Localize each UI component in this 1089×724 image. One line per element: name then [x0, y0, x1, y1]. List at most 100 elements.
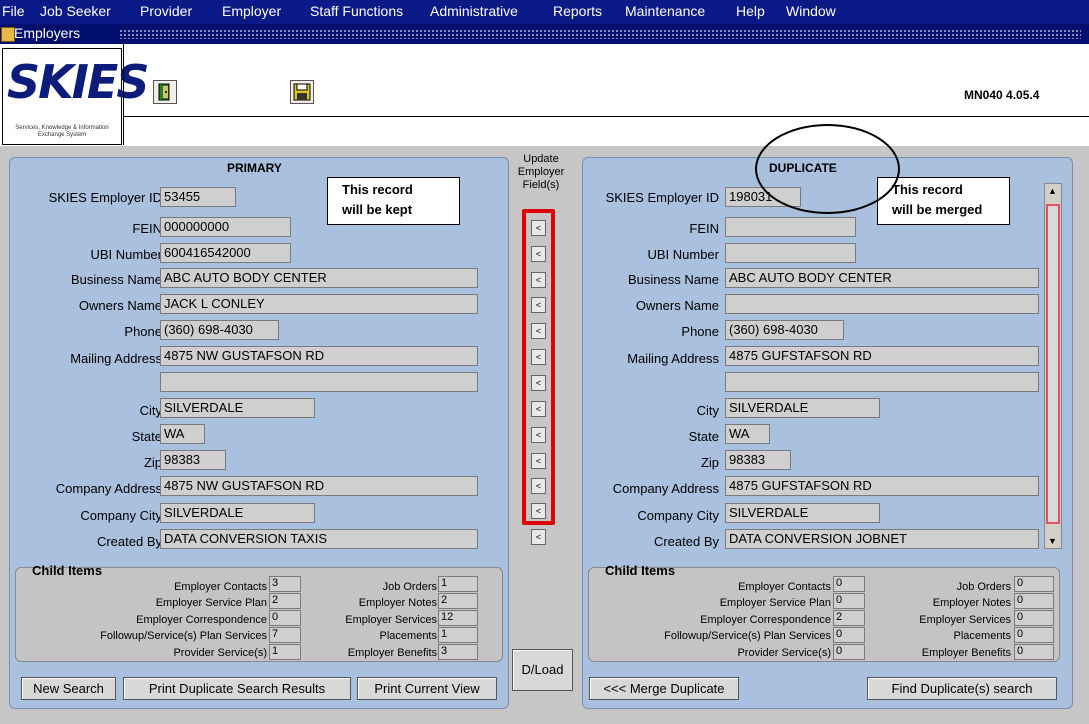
print-current-view-button[interactable]: Print Current View — [357, 677, 497, 700]
duplicate-state-field[interactable]: WA — [725, 424, 770, 444]
child-label: Employer Correspondence — [136, 614, 267, 626]
print-duplicate-search-results-button[interactable]: Print Duplicate Search Results — [123, 677, 351, 700]
menu-file[interactable]: File — [2, 3, 25, 19]
update-mailing-address-2-arrow[interactable]: < — [531, 401, 546, 417]
duplicate-panel: DUPLICATE This record will be merged SKI… — [582, 157, 1073, 709]
child-count-field[interactable]: 0 — [1014, 627, 1054, 643]
dup-label-company-city: Company City — [637, 508, 719, 523]
child-count-field[interactable]: 0 — [833, 644, 865, 660]
menu-help[interactable]: Help — [736, 3, 765, 19]
duplicate-mailing-address-1-field[interactable]: 4875 GUFSTAFSON RD — [725, 346, 1039, 366]
menu-provider[interactable]: Provider — [140, 3, 192, 19]
update-phone-arrow[interactable]: < — [531, 349, 546, 365]
primary-city-field[interactable]: SILVERDALE — [160, 398, 315, 418]
child-count-field[interactable]: 0 — [269, 610, 301, 626]
main-area: PRIMARY This record will be kept SKIES E… — [0, 146, 1089, 724]
primary-company-city-field[interactable]: SILVERDALE — [160, 503, 315, 523]
duplicate-mailing-address-2-field[interactable] — [725, 372, 1039, 392]
menu-reports[interactable]: Reports — [553, 3, 602, 19]
primary-phone-field[interactable]: (360) 698-4030 — [160, 320, 279, 340]
child-count-field[interactable]: 0 — [1014, 644, 1054, 660]
duplicate-scrollbar[interactable]: ▲ ▼ — [1044, 183, 1062, 549]
child-count-field[interactable]: 0 — [833, 627, 865, 643]
update-company-city-arrow[interactable]: < — [531, 529, 546, 545]
duplicate-zip-field[interactable]: 98383 — [725, 450, 791, 470]
update-fein-arrow[interactable]: < — [531, 246, 546, 262]
duplicate-fein-field[interactable] — [725, 217, 856, 237]
scroll-up-icon[interactable]: ▲ — [1048, 186, 1057, 196]
update-company-address-arrow[interactable]: < — [531, 503, 546, 519]
menu-staff-functions[interactable]: Staff Functions — [310, 3, 403, 19]
child-label: Placements — [379, 630, 437, 642]
primary-ubi-field[interactable]: 600416542000 — [160, 243, 291, 263]
toolbar: SKIES Services, Knowledge & Information … — [0, 44, 1089, 147]
duplicate-ubi-field[interactable] — [725, 243, 856, 263]
duplicate-business-name-field[interactable]: ABC AUTO BODY CENTER — [725, 268, 1039, 288]
exit-door-icon[interactable] — [153, 80, 177, 104]
primary-business-name-field[interactable]: ABC AUTO BODY CENTER — [160, 268, 478, 288]
child-count-field[interactable]: 1 — [438, 576, 478, 592]
child-count-field[interactable]: 2 — [833, 610, 865, 626]
child-count-field[interactable]: 1 — [269, 644, 301, 660]
scroll-down-icon[interactable]: ▼ — [1048, 536, 1057, 546]
duplicate-note-line1: This record — [892, 182, 963, 197]
update-state-arrow[interactable]: < — [531, 453, 546, 469]
duplicate-city-field[interactable]: SILVERDALE — [725, 398, 880, 418]
child-count-field[interactable]: 7 — [269, 627, 301, 643]
update-employer-id-arrow[interactable]: < — [531, 220, 546, 236]
update-ubi-arrow[interactable]: < — [531, 272, 546, 288]
child-label: Placements — [953, 630, 1011, 642]
update-zip-arrow[interactable]: < — [531, 478, 546, 494]
update-business-name-arrow[interactable]: < — [531, 297, 546, 313]
child-count-field[interactable]: 2 — [438, 593, 478, 609]
menu-job-seeker[interactable]: Job Seeker — [40, 3, 111, 19]
duplicate-child-title: Child Items — [605, 563, 676, 578]
child-count-field[interactable]: 0 — [1014, 610, 1054, 626]
new-search-button[interactable]: New Search — [21, 677, 116, 700]
child-count-field[interactable]: 0 — [1014, 576, 1054, 592]
duplicate-owners-name-field[interactable] — [725, 294, 1039, 314]
toolbar-separator — [124, 116, 1089, 117]
update-city-arrow[interactable]: < — [531, 427, 546, 443]
dup-label-city: City — [696, 403, 719, 418]
duplicate-created-by-field[interactable]: DATA CONVERSION JOBNET — [725, 529, 1039, 549]
primary-mailing-address-2-field[interactable] — [160, 372, 478, 392]
label-mailing-address: Mailing Address — [70, 351, 162, 366]
child-count-field[interactable]: 0 — [833, 593, 865, 609]
duplicate-company-city-field[interactable]: SILVERDALE — [725, 503, 880, 523]
primary-created-by-field[interactable]: DATA CONVERSION TAXIS — [160, 529, 478, 549]
menu-maintenance[interactable]: Maintenance — [625, 3, 705, 19]
child-count-field[interactable]: 0 — [833, 576, 865, 592]
primary-zip-field[interactable]: 98383 — [160, 450, 226, 470]
child-count-field[interactable]: 3 — [438, 644, 478, 660]
menu-employer[interactable]: Employer — [222, 3, 281, 19]
child-count-field[interactable]: 12 — [438, 610, 478, 626]
toolbar-divider — [123, 44, 124, 145]
child-count-field[interactable]: 3 — [269, 576, 301, 592]
primary-mailing-address-1-field[interactable]: 4875 NW GUSTAFSON RD — [160, 346, 478, 366]
update-mailing-address-arrow[interactable]: < — [531, 375, 546, 391]
primary-state-field[interactable]: WA — [160, 424, 205, 444]
update-owners-name-arrow[interactable]: < — [531, 323, 546, 339]
duplicate-phone-field[interactable]: (360) 698-4030 — [725, 320, 844, 340]
duplicate-child-items: Child Items Employer Contacts 0 Employer… — [588, 563, 1060, 662]
child-count-field[interactable]: 0 — [1014, 593, 1054, 609]
find-duplicates-search-button[interactable]: Find Duplicate(s) search — [867, 677, 1057, 700]
primary-employer-id-field[interactable]: 53455 — [160, 187, 236, 207]
menu-administrative[interactable]: Administrative — [430, 3, 518, 19]
save-disk-icon[interactable] — [290, 80, 314, 104]
merge-duplicate-button[interactable]: <<< Merge Duplicate — [589, 677, 739, 700]
dload-button[interactable]: D/Load — [512, 649, 573, 691]
child-label: Employer Service Plan — [155, 597, 267, 609]
primary-company-address-field[interactable]: 4875 NW GUSTAFSON RD — [160, 476, 478, 496]
primary-owners-name-field[interactable]: JACK L CONLEY — [160, 294, 478, 314]
child-count-field[interactable]: 1 — [438, 627, 478, 643]
dup-label-fein: FEIN — [689, 221, 719, 236]
menu-window[interactable]: Window — [786, 3, 836, 19]
title-bar-pattern — [119, 29, 1081, 39]
child-label: Employer Services — [919, 614, 1011, 626]
child-count-field[interactable]: 2 — [269, 593, 301, 609]
duplicate-company-address-field[interactable]: 4875 GUFSTAFSON RD — [725, 476, 1039, 496]
scrollbar-thumb[interactable] — [1046, 204, 1060, 524]
primary-fein-field[interactable]: 000000000 — [160, 217, 291, 237]
